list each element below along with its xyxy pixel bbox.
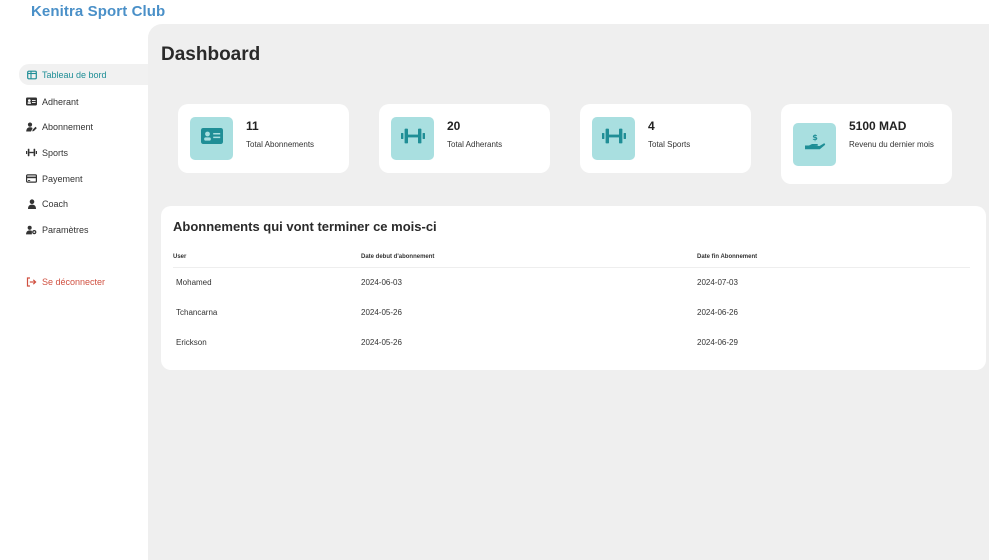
- stat-card-adherants: 20 Total Adherants: [379, 104, 550, 173]
- id-card-icon: [26, 96, 37, 107]
- sidebar-item-payement[interactable]: Payement: [19, 166, 149, 192]
- sidebar-item-label: Coach: [42, 199, 69, 210]
- dumbbell-icon: [601, 127, 626, 150]
- stat-label: Total Adherants: [447, 140, 503, 149]
- sidebar-item-label: Tableau de bord: [42, 69, 107, 80]
- user-gear-icon: [26, 224, 37, 235]
- expiring-subscriptions-table: User Date debut d'abonnement Date fin Ab…: [173, 248, 970, 357]
- sidebar-nav: Tableau de bord Adherant Abonnement Spor…: [19, 64, 149, 295]
- user-icon: [26, 199, 37, 210]
- cell-user: Erickson: [176, 337, 207, 347]
- card-icon-badge: [592, 117, 635, 160]
- stat-card-revenu: $ 5100 MAD Revenu du dernier mois: [781, 104, 952, 184]
- logout-button[interactable]: Se déconnecter: [19, 270, 149, 296]
- sidebar-item-label: Adherant: [42, 96, 79, 107]
- page-title: Dashboard: [161, 44, 261, 65]
- sidebar-item-tableau-de-bord[interactable]: Tableau de bord: [19, 64, 149, 85]
- card-icon-badge: [391, 117, 434, 160]
- cell-user: Mohamed: [176, 277, 212, 287]
- brand-logo-text[interactable]: Kenitra Sport Club: [31, 3, 165, 20]
- sidebar-item-label: Paramètres: [42, 224, 89, 235]
- stat-card-sports: 4 Total Sports: [580, 104, 751, 173]
- stat-value: 20: [447, 119, 461, 133]
- stat-value: 4: [648, 119, 655, 133]
- stat-label: Total Abonnements: [246, 140, 315, 149]
- credit-card-icon: [26, 173, 37, 184]
- table-header-row: User Date debut d'abonnement Date fin Ab…: [173, 248, 970, 268]
- column-header-user: User: [173, 248, 361, 268]
- dumbbell-icon: [26, 147, 37, 158]
- dashboard-icon: [26, 69, 37, 80]
- table-title: Abonnements qui vont terminer ce mois-ci: [173, 219, 437, 234]
- sidebar: Tableau de bord Adherant Abonnement Spor…: [0, 24, 149, 560]
- sidebar-item-coach[interactable]: Coach: [19, 191, 149, 217]
- stat-card-abonnements: 11 Total Abonnements: [178, 104, 349, 173]
- svg-text:$: $: [812, 133, 818, 142]
- table-row: Erickson 2024-05-26 2024-06-29: [173, 327, 970, 357]
- table-row: Mohamed 2024-06-03 2024-07-03: [173, 267, 970, 297]
- sidebar-item-parametres[interactable]: Paramètres: [19, 217, 149, 243]
- hand-dollar-icon: $: [804, 132, 826, 157]
- stat-value: 5100 MAD: [849, 119, 907, 133]
- stat-label: Revenu du dernier mois: [849, 140, 934, 149]
- column-header-date-fin: Date fin Abonnement: [697, 248, 970, 268]
- cell-date-debut: 2024-05-26: [361, 307, 402, 317]
- dumbbell-icon: [400, 127, 425, 150]
- cell-user: Tchancarna: [176, 307, 218, 317]
- sidebar-item-abonnement[interactable]: Abonnement: [19, 115, 149, 141]
- cell-date-debut: 2024-06-03: [361, 277, 402, 287]
- user-edit-icon: [26, 122, 37, 133]
- id-card-icon: [200, 127, 223, 150]
- card-icon-badge: [190, 117, 233, 160]
- cell-date-fin: 2024-07-03: [697, 277, 738, 287]
- logout-label: Se déconnecter: [42, 277, 106, 288]
- cell-date-debut: 2024-05-26: [361, 337, 402, 347]
- stat-value: 11: [246, 119, 259, 133]
- sidebar-item-label: Payement: [42, 173, 83, 184]
- expiring-subscriptions-card: Abonnements qui vont terminer ce mois-ci…: [161, 206, 986, 370]
- sidebar-item-adherant[interactable]: Adherant: [19, 89, 149, 115]
- sidebar-item-sports[interactable]: Sports: [19, 140, 149, 166]
- cell-date-fin: 2024-06-26: [697, 307, 738, 317]
- card-icon-badge: $: [793, 123, 836, 166]
- logout-icon: [26, 277, 37, 288]
- main-content: Dashboard 11 Total Abonnements 20 Total …: [148, 24, 989, 560]
- sidebar-item-label: Abonnement: [42, 122, 94, 133]
- sidebar-item-label: Sports: [42, 147, 69, 158]
- cell-date-fin: 2024-06-29: [697, 337, 738, 347]
- table-row: Tchancarna 2024-05-26 2024-06-26: [173, 297, 970, 327]
- column-header-date-debut: Date debut d'abonnement: [361, 248, 697, 268]
- stat-label: Total Sports: [648, 140, 691, 149]
